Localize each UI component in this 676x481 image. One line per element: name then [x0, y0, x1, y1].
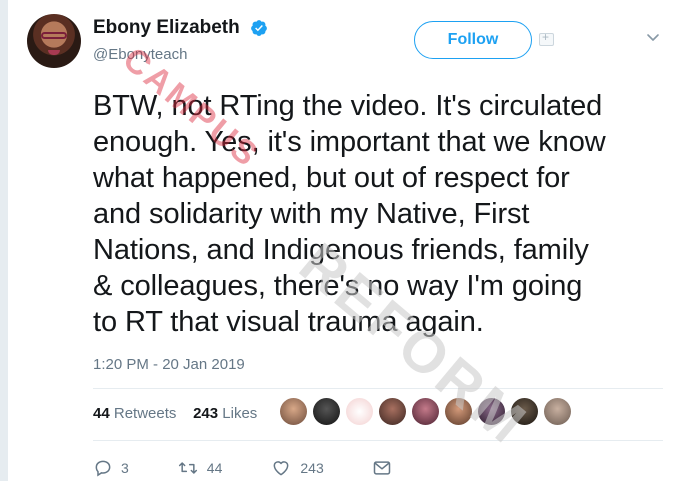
divider-bottom — [93, 440, 663, 441]
avatar[interactable] — [27, 14, 81, 68]
follow-plus-icon[interactable] — [539, 30, 554, 46]
avatar-glasses — [41, 32, 67, 39]
liker-avatar[interactable] — [280, 398, 307, 425]
message-action[interactable] — [372, 458, 392, 478]
reply-icon — [95, 460, 111, 477]
verified-badge-icon — [251, 20, 267, 36]
tweet-line: Nations, and Indigenous friends, family — [93, 234, 589, 266]
follow-button[interactable]: Follow — [414, 21, 532, 59]
like-icon — [273, 461, 289, 476]
retweet-action[interactable]: 44 — [177, 458, 222, 478]
retweets-stat[interactable]: 44 Retweets — [93, 405, 176, 422]
engagement-stats: 44 Retweets 243 Likes — [93, 405, 257, 422]
left-border — [0, 0, 8, 481]
divider-top — [93, 388, 663, 389]
avatar-mouth — [48, 50, 60, 55]
display-name[interactable]: Ebony Elizabeth — [93, 17, 240, 39]
liker-avatar[interactable] — [313, 398, 340, 425]
retweet-icon — [178, 462, 197, 474]
liker-avatar[interactable] — [379, 398, 406, 425]
chevron-down-icon[interactable] — [646, 30, 660, 44]
tweet-line: what happened, but out of respect for — [93, 162, 570, 194]
like-action[interactable]: 243 — [270, 458, 324, 478]
liker-avatar[interactable] — [346, 398, 373, 425]
liker-avatar[interactable] — [544, 398, 571, 425]
tweet-line: and solidarity with my Native, First — [93, 198, 530, 230]
reply-action[interactable]: 3 — [93, 458, 129, 478]
message-icon — [373, 461, 390, 475]
likes-stat[interactable]: 243 Likes — [193, 405, 257, 422]
timestamp[interactable]: 1:20 PM - 20 Jan 2019 — [93, 356, 245, 373]
action-bar: 3 44 243 — [93, 458, 392, 478]
tweet-line: enough. Yes, it's important that we know — [93, 126, 606, 158]
